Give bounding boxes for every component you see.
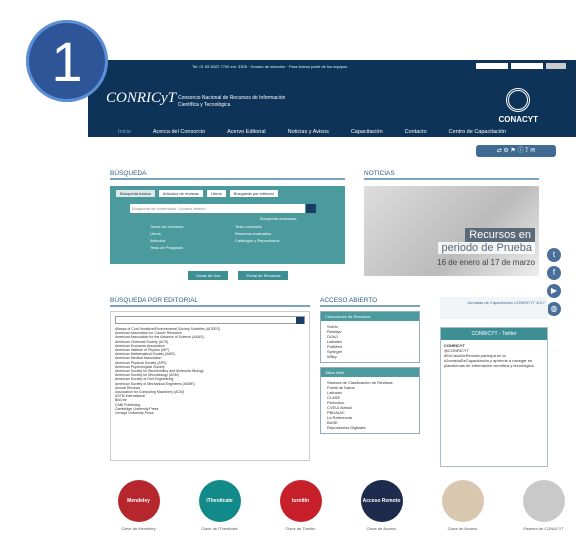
tool-logo-circle[interactable]: iThenticate xyxy=(198,480,241,522)
collections-box: Colecciones de Recursos Scielo Redalyc DOAJ… xyxy=(320,311,420,363)
login-pass-input[interactable] xyxy=(511,63,543,69)
tool-logo[interactable]: iThenticate Clave de iThenticate xyxy=(197,480,242,531)
nav-contacto[interactable]: Contacto xyxy=(405,129,427,135)
option-books[interactable]: Libros xyxy=(150,231,161,236)
social-icons: t f ▶ ◍ xyxy=(547,248,561,316)
site-header: CONRICyT Consorcio Nacional de Recursos … xyxy=(88,72,576,137)
tool-logo-circle[interactable] xyxy=(441,480,484,522)
publisher-item[interactable]: Cenage University Press xyxy=(115,411,305,415)
publisher-list[interactable]: Alianza of Cost Sensitive/Environmental … xyxy=(110,311,310,461)
resources-portal-button[interactable]: Portal de Recursos xyxy=(238,271,289,280)
open-access-section: ACCESO ABIERTO Colecciones de Recursos Sc… xyxy=(320,297,420,434)
news-heading: NOTICIAS xyxy=(364,170,539,180)
publisher-heading: BÚSQUEDA POR EDITORIAL xyxy=(110,297,310,307)
tab-books[interactable]: Libros xyxy=(206,190,226,197)
banner-line2: periodo de Prueba xyxy=(438,242,535,254)
open-access-item[interactable]: Repositorios Digitales xyxy=(327,425,413,430)
twitter-icon[interactable]: t xyxy=(547,248,561,262)
tool-logo-label[interactable]: Clave de Acceso xyxy=(359,526,404,531)
search-icon[interactable] xyxy=(306,204,316,213)
twitter-widget: CONRICYT - Twitter CONRICYT @CONRICYT #E… xyxy=(440,327,548,467)
news-banner[interactable]: Recursos en periodo de Prueba 16 de ener… xyxy=(364,186,539,276)
login-button[interactable] xyxy=(546,63,566,69)
search-section: BÚSQUEDA Búsqueda básica Artículos de re… xyxy=(110,170,345,280)
tab-basic[interactable]: Búsqueda básica xyxy=(116,190,155,197)
search-input[interactable]: Búsqueda de contenidos / Acceso abierto xyxy=(130,204,305,213)
tweet-text: #EnCasaDeRemota participa en la #Jornada… xyxy=(444,353,535,368)
search-icon[interactable] xyxy=(296,317,304,324)
option-evaluated[interactable]: Recursos evaluados xyxy=(235,231,271,236)
web-icon[interactable]: ◍ xyxy=(547,302,561,316)
main-nav: Inicio Acerca del Consorcio Acervo Edito… xyxy=(88,129,576,135)
tool-logo-circle[interactable] xyxy=(522,480,565,522)
share-toolbar[interactable]: ⇄ ⚙ ⚑ ⓘ T ✉ xyxy=(476,145,556,157)
option-articles[interactable]: Artículos xyxy=(150,238,166,243)
tool-logo-label[interactable]: Clave de Turnitin xyxy=(278,526,323,531)
tool-logo[interactable]: Clave de Acceso xyxy=(440,480,485,531)
banner-line1: Recursos en xyxy=(465,228,535,242)
tool-logo[interactable]: turnitin Clave de Turnitin xyxy=(278,480,323,531)
tool-logo-circle[interactable]: turnitin xyxy=(279,480,322,522)
banner-line3: 16 de enero al 17 de marzo xyxy=(437,258,535,267)
top-bar-text: Tel: 01 55 5322 7700 ext. 3305 · Horario… xyxy=(192,63,348,69)
conricyt-logo[interactable]: CONRICyT xyxy=(106,90,176,107)
step-number-badge: 1 xyxy=(26,20,108,102)
tool-logo[interactable]: Acceso Remoto Clave de Acceso xyxy=(359,480,404,531)
tools-logos: Mendeley Clave de Mendeley iThenticate Clav… xyxy=(116,480,566,531)
website-frame: Tel: 01 55 5322 7700 ext. 3305 · Horario… xyxy=(88,60,576,545)
tool-logo-label[interactable]: Sistema de CONACYT xyxy=(521,526,566,531)
nav-noticias[interactable]: Noticias y Avisos xyxy=(288,129,329,135)
open-access-heading: ACCESO ABIERTO xyxy=(320,297,420,307)
nav-centro[interactable]: Centro de Capacitación xyxy=(449,129,506,135)
websites-box: Sitios Web Sistema de Clasificación de Re… xyxy=(320,367,420,434)
option-fulltext[interactable]: Texto completo xyxy=(235,224,262,229)
tool-logo-label[interactable]: Clave de Mendeley xyxy=(116,526,161,531)
open-access-item[interactable]: Wiley xyxy=(327,354,413,359)
tool-logo-circle[interactable]: Mendeley xyxy=(117,480,160,522)
search-heading: BÚSQUEDA xyxy=(110,170,345,180)
tab-publisher[interactable]: Búsqueda por editorial xyxy=(229,190,278,197)
tool-logo-label[interactable]: Clave de iThenticate xyxy=(197,526,242,531)
option-all[interactable]: Todos los recursos xyxy=(150,224,183,229)
tab-articles[interactable]: Artículos de revistas xyxy=(158,190,203,197)
training-banner[interactable]: Jornadas de Capacitación CONRICYT 2017 xyxy=(440,297,548,319)
nav-inicio[interactable]: Inicio xyxy=(118,129,131,135)
guides-button[interactable]: Guías de Uso xyxy=(188,271,229,280)
site-title: Consorcio Nacional de Recursos de Inform… xyxy=(178,95,286,108)
login-user-input[interactable] xyxy=(476,63,508,69)
training-section: Jornadas de Capacitación CONRICYT 2017 C… xyxy=(440,297,548,467)
search-panel: Búsqueda básica Artículos de revistas Li… xyxy=(110,186,345,280)
conacyt-logo[interactable]: CONACYT xyxy=(498,88,538,124)
tool-logo[interactable]: Mendeley Clave de Mendeley xyxy=(116,480,161,531)
option-catalogs[interactable]: Catálogos y Repositorios xyxy=(235,238,279,243)
option-theses[interactable]: Tesis de Posgrado xyxy=(150,245,183,250)
publisher-search-input[interactable] xyxy=(115,316,305,324)
top-bar: Tel: 01 55 5322 7700 ext. 3305 · Horario… xyxy=(88,60,576,72)
nav-acerca[interactable]: Acerca del Consorcio xyxy=(153,129,205,135)
nav-capacitacion[interactable]: Capacitación xyxy=(351,129,383,135)
tool-logo-circle[interactable]: Acceso Remoto xyxy=(360,480,403,522)
news-section: NOTICIAS Recursos en periodo de Prueba 1… xyxy=(364,170,539,276)
tool-logo-label[interactable]: Clave de Acceso xyxy=(440,526,485,531)
tool-logo[interactable]: Sistema de CONACYT xyxy=(521,480,566,531)
youtube-icon[interactable]: ▶ xyxy=(547,284,561,298)
publisher-section: BÚSQUEDA POR EDITORIAL Alianza of Cost S… xyxy=(110,297,310,461)
advanced-search-link[interactable]: Búsqueda avanzada xyxy=(260,216,296,221)
facebook-icon[interactable]: f xyxy=(547,266,561,280)
twitter-header: CONRICYT - Twitter xyxy=(441,328,547,340)
nav-acervo[interactable]: Acervo Editorial xyxy=(227,129,266,135)
